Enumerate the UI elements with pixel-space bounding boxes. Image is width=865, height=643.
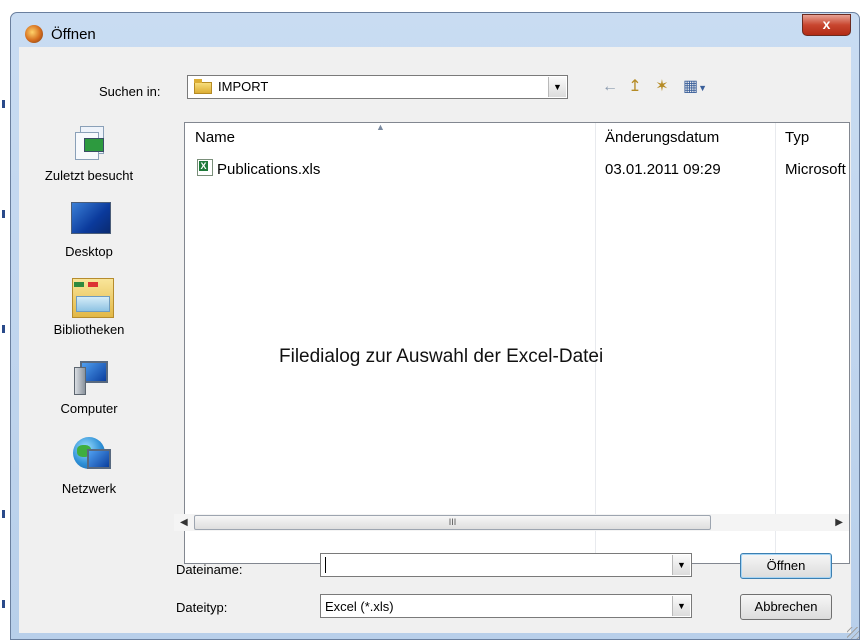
scrollbar-thumb[interactable]: III	[194, 515, 711, 530]
open-dialog-window: Öffnen x Suchen in: IMPORT ▼ ← ↥ ✶ ▦▼ Zu…	[10, 12, 860, 640]
open-button[interactable]: Öffnen	[740, 553, 832, 579]
views-menu-icon[interactable]: ▦▼	[681, 77, 709, 97]
chevron-down-icon[interactable]: ▼	[672, 596, 690, 616]
annotation-caption: Filedialog zur Auswahl der Excel-Datei	[279, 346, 604, 367]
back-arrow-icon[interactable]: ←	[601, 77, 619, 97]
file-type: Microsoft	[785, 161, 846, 178]
column-header-row: Name ▲ Änderungsdatum Typ	[185, 123, 849, 151]
up-folder-icon[interactable]: ↥	[625, 77, 645, 97]
column-header-date[interactable]: Änderungsdatum	[595, 123, 775, 151]
place-label: Desktop	[65, 244, 113, 259]
file-date: 03.01.2011 09:29	[605, 161, 721, 178]
column-divider[interactable]	[775, 123, 776, 563]
filetype-value: Excel (*.xls)	[325, 599, 394, 614]
background-page-edge	[0, 0, 10, 643]
app-icon	[25, 25, 43, 43]
cancel-button[interactable]: Abbrechen	[740, 594, 832, 620]
close-button[interactable]: x	[802, 14, 851, 36]
file-name: Publications.xls	[217, 161, 321, 178]
views-icon: ▦	[682, 78, 699, 95]
place-libraries[interactable]: Bibliotheken	[39, 276, 139, 351]
window-title: Öffnen	[51, 26, 96, 43]
place-recent[interactable]: Zuletzt besucht	[39, 124, 139, 194]
sort-ascending-icon: ▲	[376, 122, 385, 132]
column-header-type[interactable]: Typ	[775, 123, 849, 151]
monitor-shape	[87, 449, 111, 469]
title-bar[interactable]: Öffnen x	[11, 13, 859, 47]
background-mark	[2, 210, 5, 218]
place-label: Bibliotheken	[53, 322, 125, 337]
column-header-name[interactable]: Name	[185, 123, 595, 151]
computer-icon	[72, 359, 110, 395]
screen-shape	[84, 138, 104, 152]
background-mark	[2, 510, 5, 518]
column-divider[interactable]	[595, 123, 596, 563]
place-desktop[interactable]: Desktop	[39, 202, 139, 272]
chevron-down-icon[interactable]: ▼	[548, 77, 566, 97]
filetype-label: Dateityp:	[176, 600, 228, 615]
recent-places-icon	[72, 124, 108, 160]
chevron-down-icon[interactable]: ▼	[672, 555, 690, 575]
dialog-client-area: Suchen in: IMPORT ▼ ← ↥ ✶ ▦▼ Zuletzt bes…	[19, 47, 851, 633]
file-list[interactable]: Name ▲ Änderungsdatum Typ Publications.x…	[184, 122, 850, 564]
filetype-dropdown[interactable]: Excel (*.xls) ▼	[320, 594, 692, 618]
tab-shape	[88, 282, 98, 287]
scroll-right-icon[interactable]: ▶	[835, 517, 843, 528]
place-label: Computer	[60, 401, 118, 416]
file-row[interactable]: Publications.xls 03.01.2011 09:29 Micros…	[185, 159, 849, 181]
desktop-icon	[71, 202, 111, 234]
background-mark	[2, 325, 5, 333]
scroll-left-icon[interactable]: ◀	[180, 517, 188, 528]
lookin-label: Suchen in:	[99, 84, 161, 99]
excel-file-icon	[197, 159, 213, 176]
chevron-down-icon: ▼	[698, 83, 708, 93]
filename-label: Dateiname:	[176, 562, 243, 577]
background-mark	[2, 600, 5, 608]
place-computer[interactable]: Computer	[39, 359, 139, 429]
lookin-dropdown[interactable]: IMPORT ▼	[187, 75, 568, 99]
tower-shape	[74, 367, 86, 395]
lookin-value: IMPORT	[218, 79, 269, 94]
place-network[interactable]: Netzwerk	[39, 437, 139, 509]
tab-shape	[74, 282, 84, 287]
resize-grip[interactable]	[847, 627, 859, 639]
place-label: Zuletzt besucht	[44, 168, 134, 183]
network-icon	[73, 437, 113, 475]
filename-input[interactable]: ▼	[320, 553, 692, 577]
background-mark	[2, 100, 5, 108]
horizontal-scrollbar[interactable]: ◀ III ▶	[174, 514, 849, 531]
text-caret	[325, 557, 326, 573]
shelf-shape	[76, 296, 110, 312]
libraries-icon	[70, 276, 114, 318]
folder-icon	[194, 79, 212, 94]
new-folder-icon[interactable]: ✶	[651, 77, 673, 97]
place-label: Netzwerk	[61, 481, 117, 496]
